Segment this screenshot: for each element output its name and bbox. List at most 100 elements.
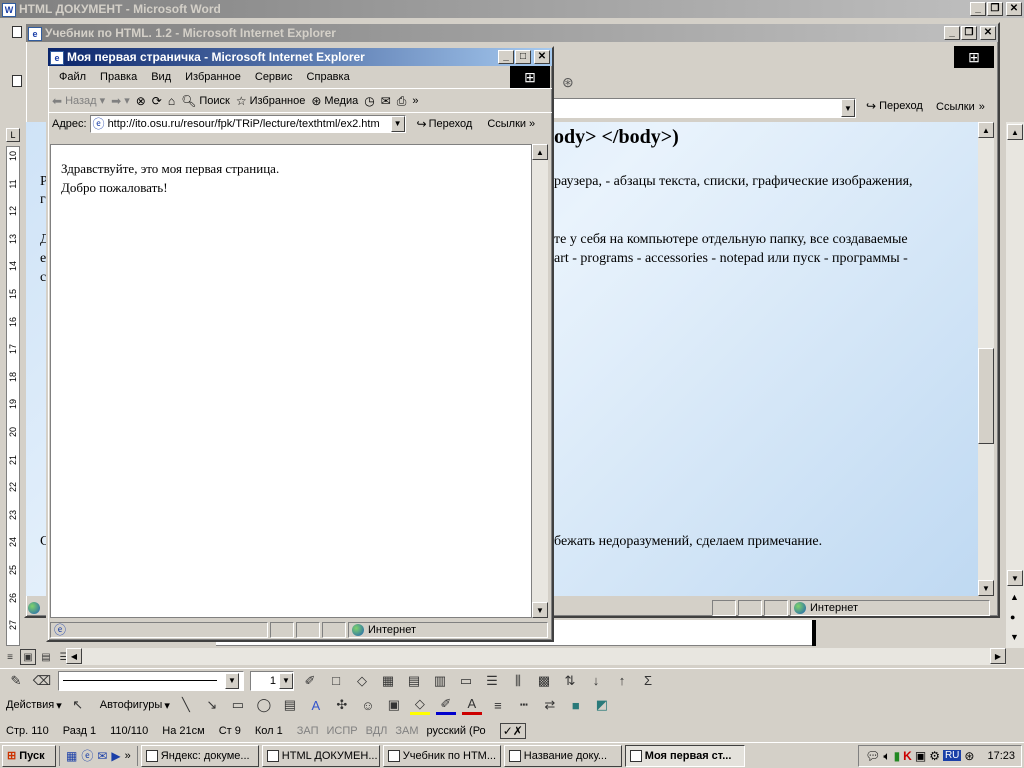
picture-icon[interactable]: ▣ bbox=[384, 695, 404, 715]
autoshapes-menu[interactable]: Автофигуры ▾ bbox=[100, 699, 170, 712]
print-view-icon[interactable]: ▤ bbox=[38, 649, 54, 665]
line-style-icon[interactable]: ≡ bbox=[488, 695, 508, 715]
ie-quicklaunch-icon[interactable]: ⓔ bbox=[81, 750, 93, 762]
line-icon[interactable]: ╲ bbox=[176, 695, 196, 715]
media-player-icon[interactable]: ▶ bbox=[111, 750, 120, 762]
restore-button[interactable]: ❐ bbox=[961, 26, 977, 40]
go-button[interactable]: ↪ Переход bbox=[417, 118, 473, 130]
pencil-icon[interactable]: ✎ bbox=[6, 671, 26, 691]
distribute-rows-icon[interactable]: ☰ bbox=[482, 671, 502, 691]
line-width-select[interactable]: 1 ▼ bbox=[250, 670, 294, 691]
clock[interactable]: 17:23 bbox=[987, 750, 1015, 762]
menu-edit[interactable]: Правка bbox=[93, 71, 144, 83]
address-input[interactable]: ⓔ http://ito.osu.ru/resour/fpk/TRiP/lect… bbox=[89, 114, 406, 133]
search-button[interactable]: 🔍︎ Поиск bbox=[181, 95, 230, 107]
oval-icon[interactable]: ◯ bbox=[254, 695, 274, 715]
normal-view-icon[interactable]: ≡ bbox=[2, 649, 18, 665]
volume-icon[interactable]: 🔈︎ bbox=[883, 750, 890, 762]
scroll-left-button[interactable]: ◀ bbox=[66, 648, 82, 664]
text-direction-icon[interactable]: ⇅ bbox=[560, 671, 580, 691]
diagram-icon[interactable]: ✣ bbox=[332, 695, 352, 715]
maximize-button[interactable]: □ bbox=[515, 50, 531, 64]
actions-menu[interactable]: Действия ▾ bbox=[6, 699, 62, 712]
prev-page-icon[interactable]: ▲ bbox=[1010, 592, 1019, 602]
table-autoformat-icon[interactable]: ▩ bbox=[534, 671, 554, 691]
border-icon[interactable]: □ bbox=[326, 671, 346, 691]
word-vscroll[interactable]: ▲ ▼ ▲ ● ▼ bbox=[1006, 122, 1024, 648]
clipart-icon[interactable]: ☺ bbox=[358, 695, 378, 715]
refresh-icon[interactable]: ⟳ bbox=[152, 95, 162, 107]
status-rec[interactable]: ЗАП bbox=[297, 725, 319, 737]
menu-help[interactable]: Справка bbox=[300, 71, 357, 83]
sort-ascending-icon[interactable]: ↓ bbox=[586, 671, 606, 691]
eraser-icon[interactable]: ⌫ bbox=[32, 671, 52, 691]
history-icon[interactable]: ◷ bbox=[364, 95, 374, 107]
task-ie-tutorial[interactable]: Учебник по HTM... bbox=[382, 744, 501, 767]
arrow-style-icon[interactable]: ⇄ bbox=[540, 695, 560, 715]
status-ovr[interactable]: ЗАМ bbox=[395, 725, 418, 737]
close-button[interactable]: ✕ bbox=[980, 26, 996, 40]
scroll-up-button[interactable]: ▲ bbox=[532, 144, 548, 160]
web-view-icon[interactable]: ▣ bbox=[20, 649, 36, 665]
ruler-corner-button[interactable]: L bbox=[6, 128, 20, 142]
menu-file[interactable]: Файл bbox=[52, 71, 93, 83]
home-icon[interactable]: ⌂ bbox=[168, 95, 175, 107]
stop-icon[interactable]: ⊗ bbox=[136, 95, 146, 107]
browse-object-icon[interactable]: ● bbox=[1010, 612, 1015, 622]
scroll-thumb[interactable] bbox=[978, 348, 994, 444]
table-insert-icon[interactable]: ▦ bbox=[378, 671, 398, 691]
scroll-down-button[interactable]: ▼ bbox=[1007, 570, 1023, 586]
show-desktop-icon[interactable]: ▦ bbox=[66, 750, 77, 762]
menu-tools[interactable]: Сервис bbox=[248, 71, 300, 83]
media-button[interactable]: ⊛ Медиа bbox=[311, 95, 358, 107]
mail-icon[interactable]: ✉ bbox=[381, 95, 391, 107]
tray-app-icon[interactable]: ▣ bbox=[915, 750, 926, 762]
task-word[interactable]: HTML ДОКУМЕН... bbox=[261, 744, 380, 767]
rectangle-icon[interactable]: ▭ bbox=[228, 695, 248, 715]
status-ext[interactable]: ВДЛ bbox=[366, 725, 388, 737]
network-icon[interactable]: ▮ bbox=[894, 750, 901, 762]
status-trk[interactable]: ИСПР bbox=[327, 725, 358, 737]
menu-favorites[interactable]: Избранное bbox=[178, 71, 248, 83]
print-icon[interactable]: ⎙ bbox=[397, 95, 407, 107]
scroll-up-button[interactable]: ▲ bbox=[978, 122, 994, 138]
scroll-down-button[interactable]: ▼ bbox=[532, 602, 548, 618]
fill-color-icon[interactable]: ◇ bbox=[409, 695, 430, 715]
scroll-down-button[interactable]: ▼ bbox=[978, 580, 994, 596]
close-button[interactable]: ✕ bbox=[1006, 2, 1022, 16]
minimize-button[interactable]: _ bbox=[970, 2, 986, 16]
spelling-status-icon[interactable]: ✓✗ bbox=[499, 723, 526, 739]
more-tools-chevron-icon[interactable]: » bbox=[412, 95, 418, 107]
textbox-icon[interactable]: ▤ bbox=[280, 695, 300, 715]
dash-style-icon[interactable]: ┅ bbox=[514, 695, 534, 715]
font-color-icon[interactable]: A bbox=[461, 695, 482, 715]
scroll-right-button[interactable]: ▶ bbox=[990, 648, 1006, 664]
autosum-icon[interactable]: Σ bbox=[638, 671, 658, 691]
outlook-icon[interactable]: ✉ bbox=[97, 750, 107, 762]
chat-icon[interactable]: 💬︎ bbox=[865, 750, 880, 762]
line-color-icon[interactable]: ✐ bbox=[435, 695, 456, 715]
start-button[interactable]: ⊞ Пуск bbox=[2, 744, 56, 767]
tray-app-icon[interactable]: ⚙ bbox=[929, 750, 940, 762]
forward-button[interactable]: ➡ ▾ bbox=[111, 94, 130, 108]
border-color-icon[interactable]: ✐ bbox=[300, 671, 320, 691]
ie-back-media-icon[interactable]: ⊛ bbox=[562, 74, 574, 91]
wordart-icon[interactable]: A bbox=[306, 695, 326, 715]
word-hscrollbar[interactable]: ◀ ▶ bbox=[66, 648, 1006, 665]
minimize-button[interactable]: _ bbox=[944, 26, 960, 40]
address-dropdown-icon[interactable]: ▼ bbox=[390, 115, 405, 132]
line-style-select[interactable]: ▼ bbox=[58, 670, 244, 691]
ie-front-vscroll[interactable]: ▲ ▼ bbox=[532, 144, 548, 618]
align-icon[interactable]: ▭ bbox=[456, 671, 476, 691]
ie-back-go-button[interactable]: ↪ Переход bbox=[866, 100, 923, 112]
ie-back-titlebar[interactable]: e Учебник по HTML. 1.2 - Microsoft Intern… bbox=[26, 24, 998, 42]
task-yandex[interactable]: Яндекс: докуме... bbox=[140, 744, 259, 767]
favorites-button[interactable]: ☆ Избранное bbox=[236, 95, 306, 107]
ie-back-address-box[interactable]: ▼ bbox=[546, 98, 856, 118]
scroll-up-button[interactable]: ▲ bbox=[1007, 124, 1023, 140]
merge-cells-icon[interactable]: ▤ bbox=[404, 671, 424, 691]
word-titlebar[interactable]: W HTML ДОКУМЕНТ - Microsoft Word _ ❐ ✕ bbox=[0, 0, 1024, 18]
next-page-icon[interactable]: ▼ bbox=[1010, 632, 1019, 642]
links-button[interactable]: Ссылки» bbox=[487, 118, 535, 130]
minimize-button[interactable]: _ bbox=[498, 50, 514, 64]
